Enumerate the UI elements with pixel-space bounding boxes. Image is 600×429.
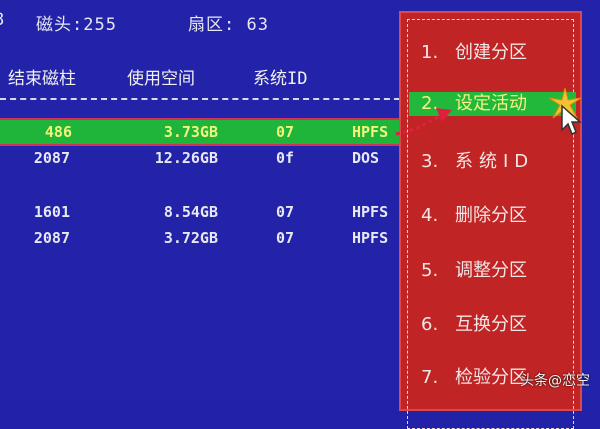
partition-row[interactable]: 1601 8.54GB 07 HPFS <box>0 202 400 222</box>
partition-size: 12.26GB <box>154 149 218 167</box>
disk-partition-screen: 8 磁头:255 扇区: 63 结束磁柱 使用空间 系统ID 486 3.73G… <box>0 0 600 429</box>
menu-item-delete-partition[interactable]: 4. 删除分区 <box>421 201 527 227</box>
sectors-value: 扇区: 63 <box>188 15 269 35</box>
partition-row[interactable]: 2087 12.26GB 0f DOS <box>0 148 400 168</box>
menu-item-label: 设定活动 <box>455 93 527 114</box>
menu-item-number: 3. <box>421 151 439 172</box>
partition-size: 3.73GB <box>163 123 218 141</box>
menu-item-number: 6. <box>421 314 439 335</box>
column-system-id: 系统ID <box>253 69 308 89</box>
partition-id: 0f <box>276 149 295 167</box>
menu-item-number: 1. <box>421 42 439 63</box>
partition-end: 2087 <box>33 229 70 247</box>
menu-item-number: 2. <box>421 93 439 114</box>
menu-item-label: 创建分区 <box>455 42 527 63</box>
menu-item-swap-partition[interactable]: 6. 互换分区 <box>421 310 527 336</box>
watermark: 头条@恋空 <box>520 373 590 389</box>
menu-item-label: 调整分区 <box>455 260 527 281</box>
menu-item-number: 4. <box>421 205 439 226</box>
partition-fs: DOS <box>352 149 380 167</box>
menu-item-number: 7. <box>421 367 439 388</box>
partition-id: 07 <box>276 203 295 221</box>
cylinders-value: 8 <box>0 10 5 30</box>
heads-value: 磁头:255 <box>36 15 117 35</box>
partition-id: 07 <box>276 123 295 141</box>
menu-item-label: 系统ID <box>455 151 535 172</box>
partition-size: 3.72GB <box>163 229 218 247</box>
partition-row[interactable]: 2087 3.72GB 07 HPFS <box>0 228 400 248</box>
menu-item-label: 互换分区 <box>455 314 527 335</box>
menu-item-number: 5. <box>421 260 439 281</box>
partition-fs: HPFS <box>352 229 389 247</box>
header-divider <box>0 98 400 100</box>
partition-end: 2087 <box>33 149 70 167</box>
column-end-cylinder: 结束磁柱 <box>8 69 76 89</box>
partition-fs: HPFS <box>352 123 389 141</box>
menu-item-verify-partition[interactable]: 7. 检验分区 <box>421 363 527 389</box>
menu-item-system-id[interactable]: 3. 系统ID <box>421 147 534 173</box>
menu-item-create-partition[interactable]: 1. 创建分区 <box>421 38 527 64</box>
partition-id: 07 <box>276 229 295 247</box>
menu-item-label: 检验分区 <box>455 367 527 388</box>
menu-item-label: 删除分区 <box>455 205 527 226</box>
column-used-space: 使用空间 <box>127 69 195 89</box>
partition-end: 1601 <box>33 203 70 221</box>
partition-table-header: 结束磁柱 使用空间 系统ID <box>0 64 400 89</box>
operations-menu: 1. 创建分区 2. 设定活动 3. 系统ID 4. 删除分区 5. 调整分区 6. 互换分… <box>399 11 582 429</box>
partition-end: 486 <box>44 123 72 141</box>
partition-fs: HPFS <box>352 203 389 221</box>
menu-item-resize-partition[interactable]: 5. 调整分区 <box>421 256 527 282</box>
partition-row-selected[interactable]: 486 3.73GB 07 HPFS <box>0 118 400 146</box>
mouse-pointer-icon <box>561 104 582 136</box>
partition-size: 8.54GB <box>163 203 218 221</box>
